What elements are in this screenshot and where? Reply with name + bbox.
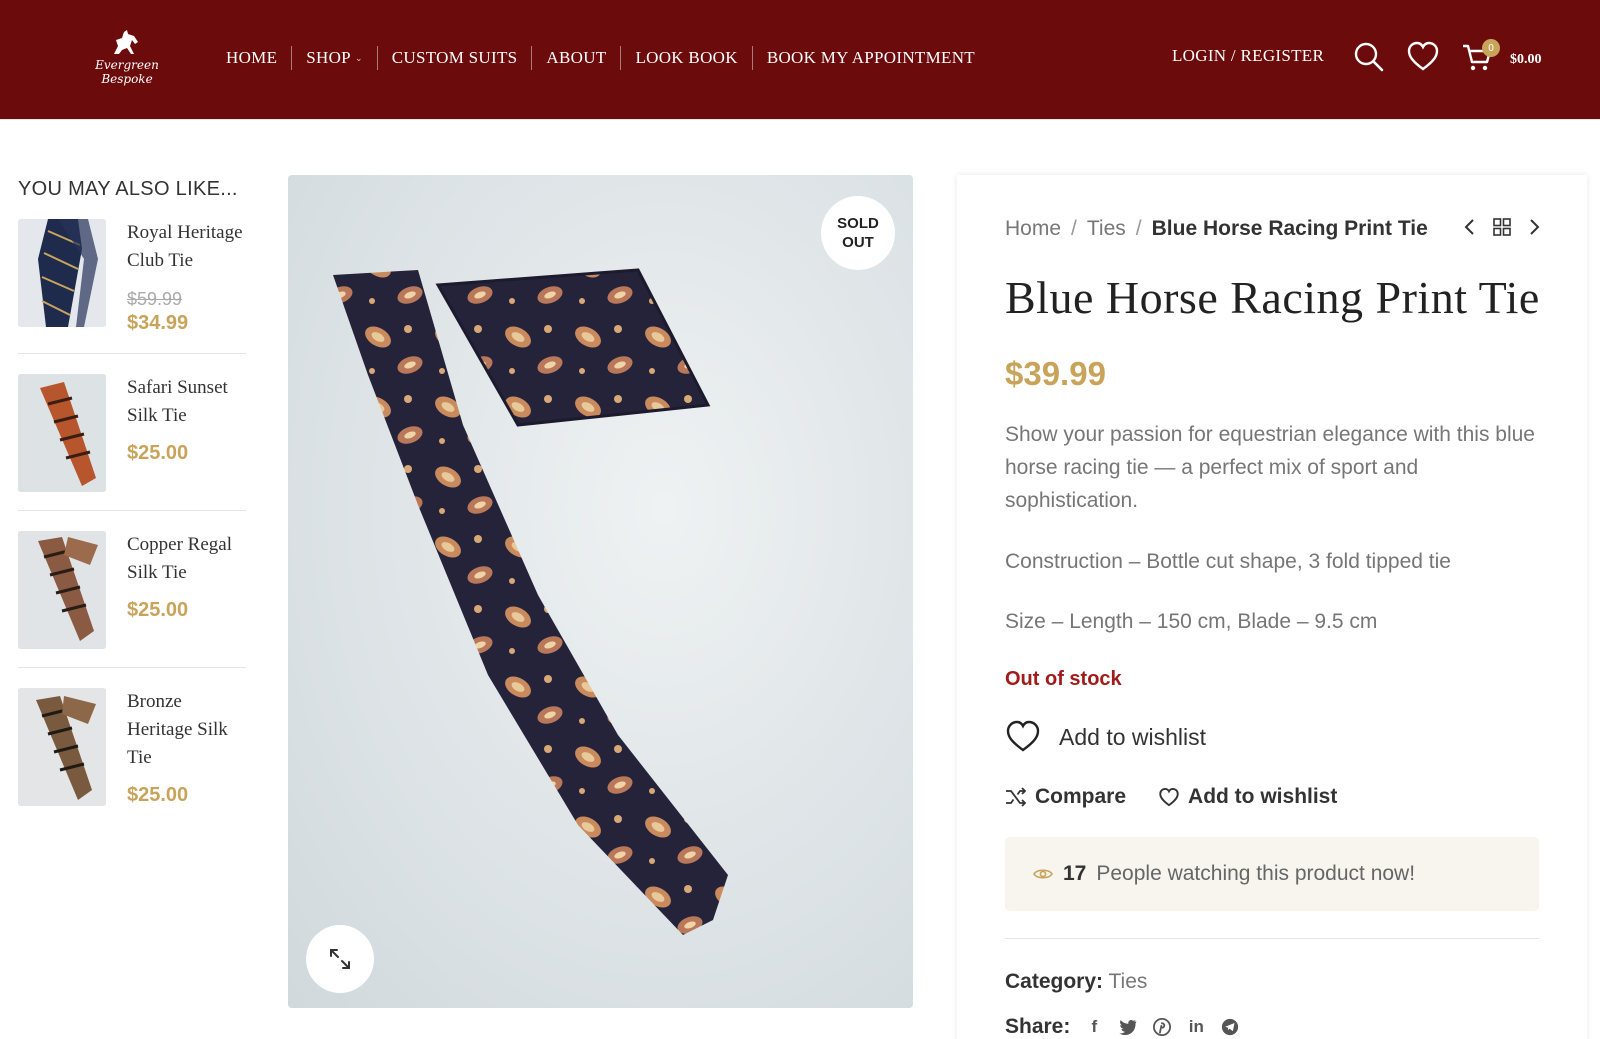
related-product-info: Safari Sunset Silk Tie $25.00 bbox=[127, 374, 246, 492]
product-thumbnail[interactable] bbox=[18, 219, 106, 327]
related-product-old-price: $59.99 bbox=[127, 289, 183, 309]
related-product-item[interactable]: Bronze Heritage Silk Tie $25.00 bbox=[18, 688, 246, 825]
category-label: Category: bbox=[1005, 970, 1104, 993]
product-size: Size – Length – 150 cm, Blade – 9.5 cm bbox=[1005, 610, 1378, 633]
product-thumbnail[interactable] bbox=[18, 531, 106, 649]
chevron-down-icon: ⌄ bbox=[354, 52, 363, 63]
heart-icon[interactable] bbox=[1406, 40, 1440, 74]
breadcrumb: Home / Ties / Blue Horse Racing Print Ti… bbox=[1005, 217, 1428, 241]
share-bar: Share: f in bbox=[1005, 1015, 1254, 1039]
add-to-wishlist-button[interactable]: Add to wishlist bbox=[1005, 720, 1206, 754]
product-main-image[interactable] bbox=[288, 175, 913, 1008]
site-header: Evergreen Bespoke HOME SHOP ⌄ CUSTOM SUIT… bbox=[0, 0, 1600, 120]
twitter-icon[interactable] bbox=[1118, 1017, 1138, 1037]
sold-out-badge: SOLD OUT bbox=[821, 196, 895, 270]
sold-out-badge-line1: SOLD bbox=[837, 215, 879, 232]
product-title: Blue Horse Racing Print Tie bbox=[1005, 272, 1540, 323]
logo-text: Evergreen Bespoke bbox=[95, 58, 159, 86]
nav-home-label: HOME bbox=[226, 48, 278, 67]
breadcrumb-current: Blue Horse Racing Print Tie bbox=[1151, 217, 1428, 240]
product-navigation bbox=[1462, 217, 1542, 237]
product-description: Show your passion for equestrian eleganc… bbox=[1005, 423, 1535, 512]
heart-icon bbox=[1159, 787, 1179, 807]
watching-count: 17 bbox=[1063, 862, 1087, 885]
grid-icon[interactable] bbox=[1492, 217, 1512, 237]
nav-about-label: ABOUT bbox=[546, 48, 607, 67]
add-to-wishlist-label: Add to wishlist bbox=[1059, 723, 1207, 750]
product-price: $39.99 bbox=[1005, 355, 1106, 392]
related-product-item[interactable]: Copper Regal Silk Tie $25.00 bbox=[18, 531, 246, 668]
related-product-name[interactable]: Copper Regal Silk Tie bbox=[127, 531, 246, 587]
linkedin-icon[interactable]: in bbox=[1186, 1017, 1206, 1037]
related-product-name[interactable]: Bronze Heritage Silk Tie bbox=[127, 688, 246, 772]
related-product-price: $25.00 bbox=[127, 599, 189, 621]
product-actions: Compare Add to wishlist bbox=[1005, 785, 1369, 809]
breadcrumb-home[interactable]: Home bbox=[1005, 217, 1061, 241]
nav-book-appointment[interactable]: BOOK MY APPOINTMENT bbox=[753, 45, 989, 71]
sold-out-badge-line2: OUT bbox=[842, 234, 874, 251]
product-construction: Construction – Bottle cut shape, 3 fold … bbox=[1005, 550, 1451, 573]
facebook-icon[interactable]: f bbox=[1084, 1017, 1104, 1037]
related-product-name[interactable]: Safari Sunset Silk Tie bbox=[127, 374, 246, 430]
related-product-info: Royal Heritage Club Tie $59.99 $34.99 bbox=[127, 219, 246, 335]
related-product-item[interactable]: Safari Sunset Silk Tie $25.00 bbox=[18, 374, 246, 511]
search-icon[interactable] bbox=[1352, 40, 1386, 74]
related-product-price: $34.99 bbox=[127, 312, 189, 334]
paisley-tie-image bbox=[288, 175, 913, 1008]
shuffle-icon bbox=[1006, 787, 1027, 807]
heart-icon bbox=[1006, 720, 1040, 752]
product-category: Category: Ties bbox=[1005, 970, 1147, 994]
breadcrumb-category[interactable]: Ties bbox=[1087, 217, 1126, 241]
nav-shop[interactable]: SHOP ⌄ bbox=[292, 45, 377, 71]
related-product-name[interactable]: Royal Heritage Club Tie bbox=[127, 219, 246, 275]
main-nav: HOME SHOP ⌄ CUSTOM SUITS ABOUT LOOK BOOK … bbox=[212, 44, 989, 72]
nav-home[interactable]: HOME bbox=[212, 45, 291, 71]
nav-look-book-label: LOOK BOOK bbox=[635, 48, 738, 67]
product-thumbnail[interactable] bbox=[18, 688, 106, 806]
wishlist-label: Add to wishlist bbox=[1188, 785, 1338, 808]
eye-icon bbox=[1033, 869, 1053, 879]
share-label: Share: bbox=[1005, 1015, 1071, 1038]
nav-book-appointment-label: BOOK MY APPOINTMENT bbox=[766, 48, 975, 67]
related-product-item[interactable]: Royal Heritage Club Tie $59.99 $34.99 bbox=[18, 219, 246, 354]
divider bbox=[1005, 938, 1539, 939]
watching-text: People watching this product now! bbox=[1096, 862, 1416, 885]
site-logo[interactable]: Evergreen Bespoke bbox=[72, 28, 182, 88]
nav-look-book[interactable]: LOOK BOOK bbox=[621, 45, 751, 71]
watching-notice: 17 People watching this product now! bbox=[1005, 837, 1539, 911]
cart-count-badge: 0 bbox=[1482, 39, 1500, 57]
expand-image-button[interactable] bbox=[306, 925, 374, 993]
pinterest-icon[interactable] bbox=[1152, 1017, 1172, 1037]
sidebar-title: YOU MAY ALSO LIKE... bbox=[18, 178, 238, 200]
nav-shop-label: SHOP bbox=[306, 48, 351, 67]
related-product-info: Bronze Heritage Silk Tie $25.00 bbox=[127, 688, 246, 807]
stock-status: Out of stock bbox=[1005, 668, 1122, 690]
breadcrumb-separator: / bbox=[1071, 217, 1077, 240]
cart-total[interactable]: $0.00 bbox=[1510, 52, 1542, 68]
related-product-price: $25.00 bbox=[127, 784, 189, 806]
related-products-sidebar: YOU MAY ALSO LIKE... Royal Heritage Club… bbox=[18, 170, 246, 845]
login-register-link[interactable]: LOGIN / REGISTER bbox=[1172, 46, 1324, 66]
compare-label: Compare bbox=[1035, 785, 1127, 808]
nav-custom-suits[interactable]: CUSTOM SUITS bbox=[378, 45, 532, 71]
related-product-price: $25.00 bbox=[127, 442, 189, 464]
breadcrumb-separator: / bbox=[1135, 217, 1142, 240]
related-product-info: Copper Regal Silk Tie $25.00 bbox=[127, 531, 246, 649]
nav-about[interactable]: ABOUT bbox=[532, 45, 620, 71]
compare-button[interactable]: Compare bbox=[1005, 785, 1126, 809]
expand-icon bbox=[330, 949, 350, 969]
chevron-left-icon[interactable] bbox=[1462, 217, 1478, 237]
chevron-right-icon[interactable] bbox=[1526, 217, 1542, 237]
product-thumbnail[interactable] bbox=[18, 374, 106, 492]
category-link[interactable]: Ties bbox=[1109, 970, 1148, 993]
wishlist-button[interactable]: Add to wishlist bbox=[1158, 785, 1337, 809]
product-summary-panel: Home / Ties / Blue Horse Racing Print Ti… bbox=[957, 175, 1587, 1039]
telegram-icon[interactable] bbox=[1220, 1017, 1240, 1037]
horse-logo-icon bbox=[114, 30, 138, 54]
nav-custom-suits-label: CUSTOM SUITS bbox=[391, 48, 518, 67]
